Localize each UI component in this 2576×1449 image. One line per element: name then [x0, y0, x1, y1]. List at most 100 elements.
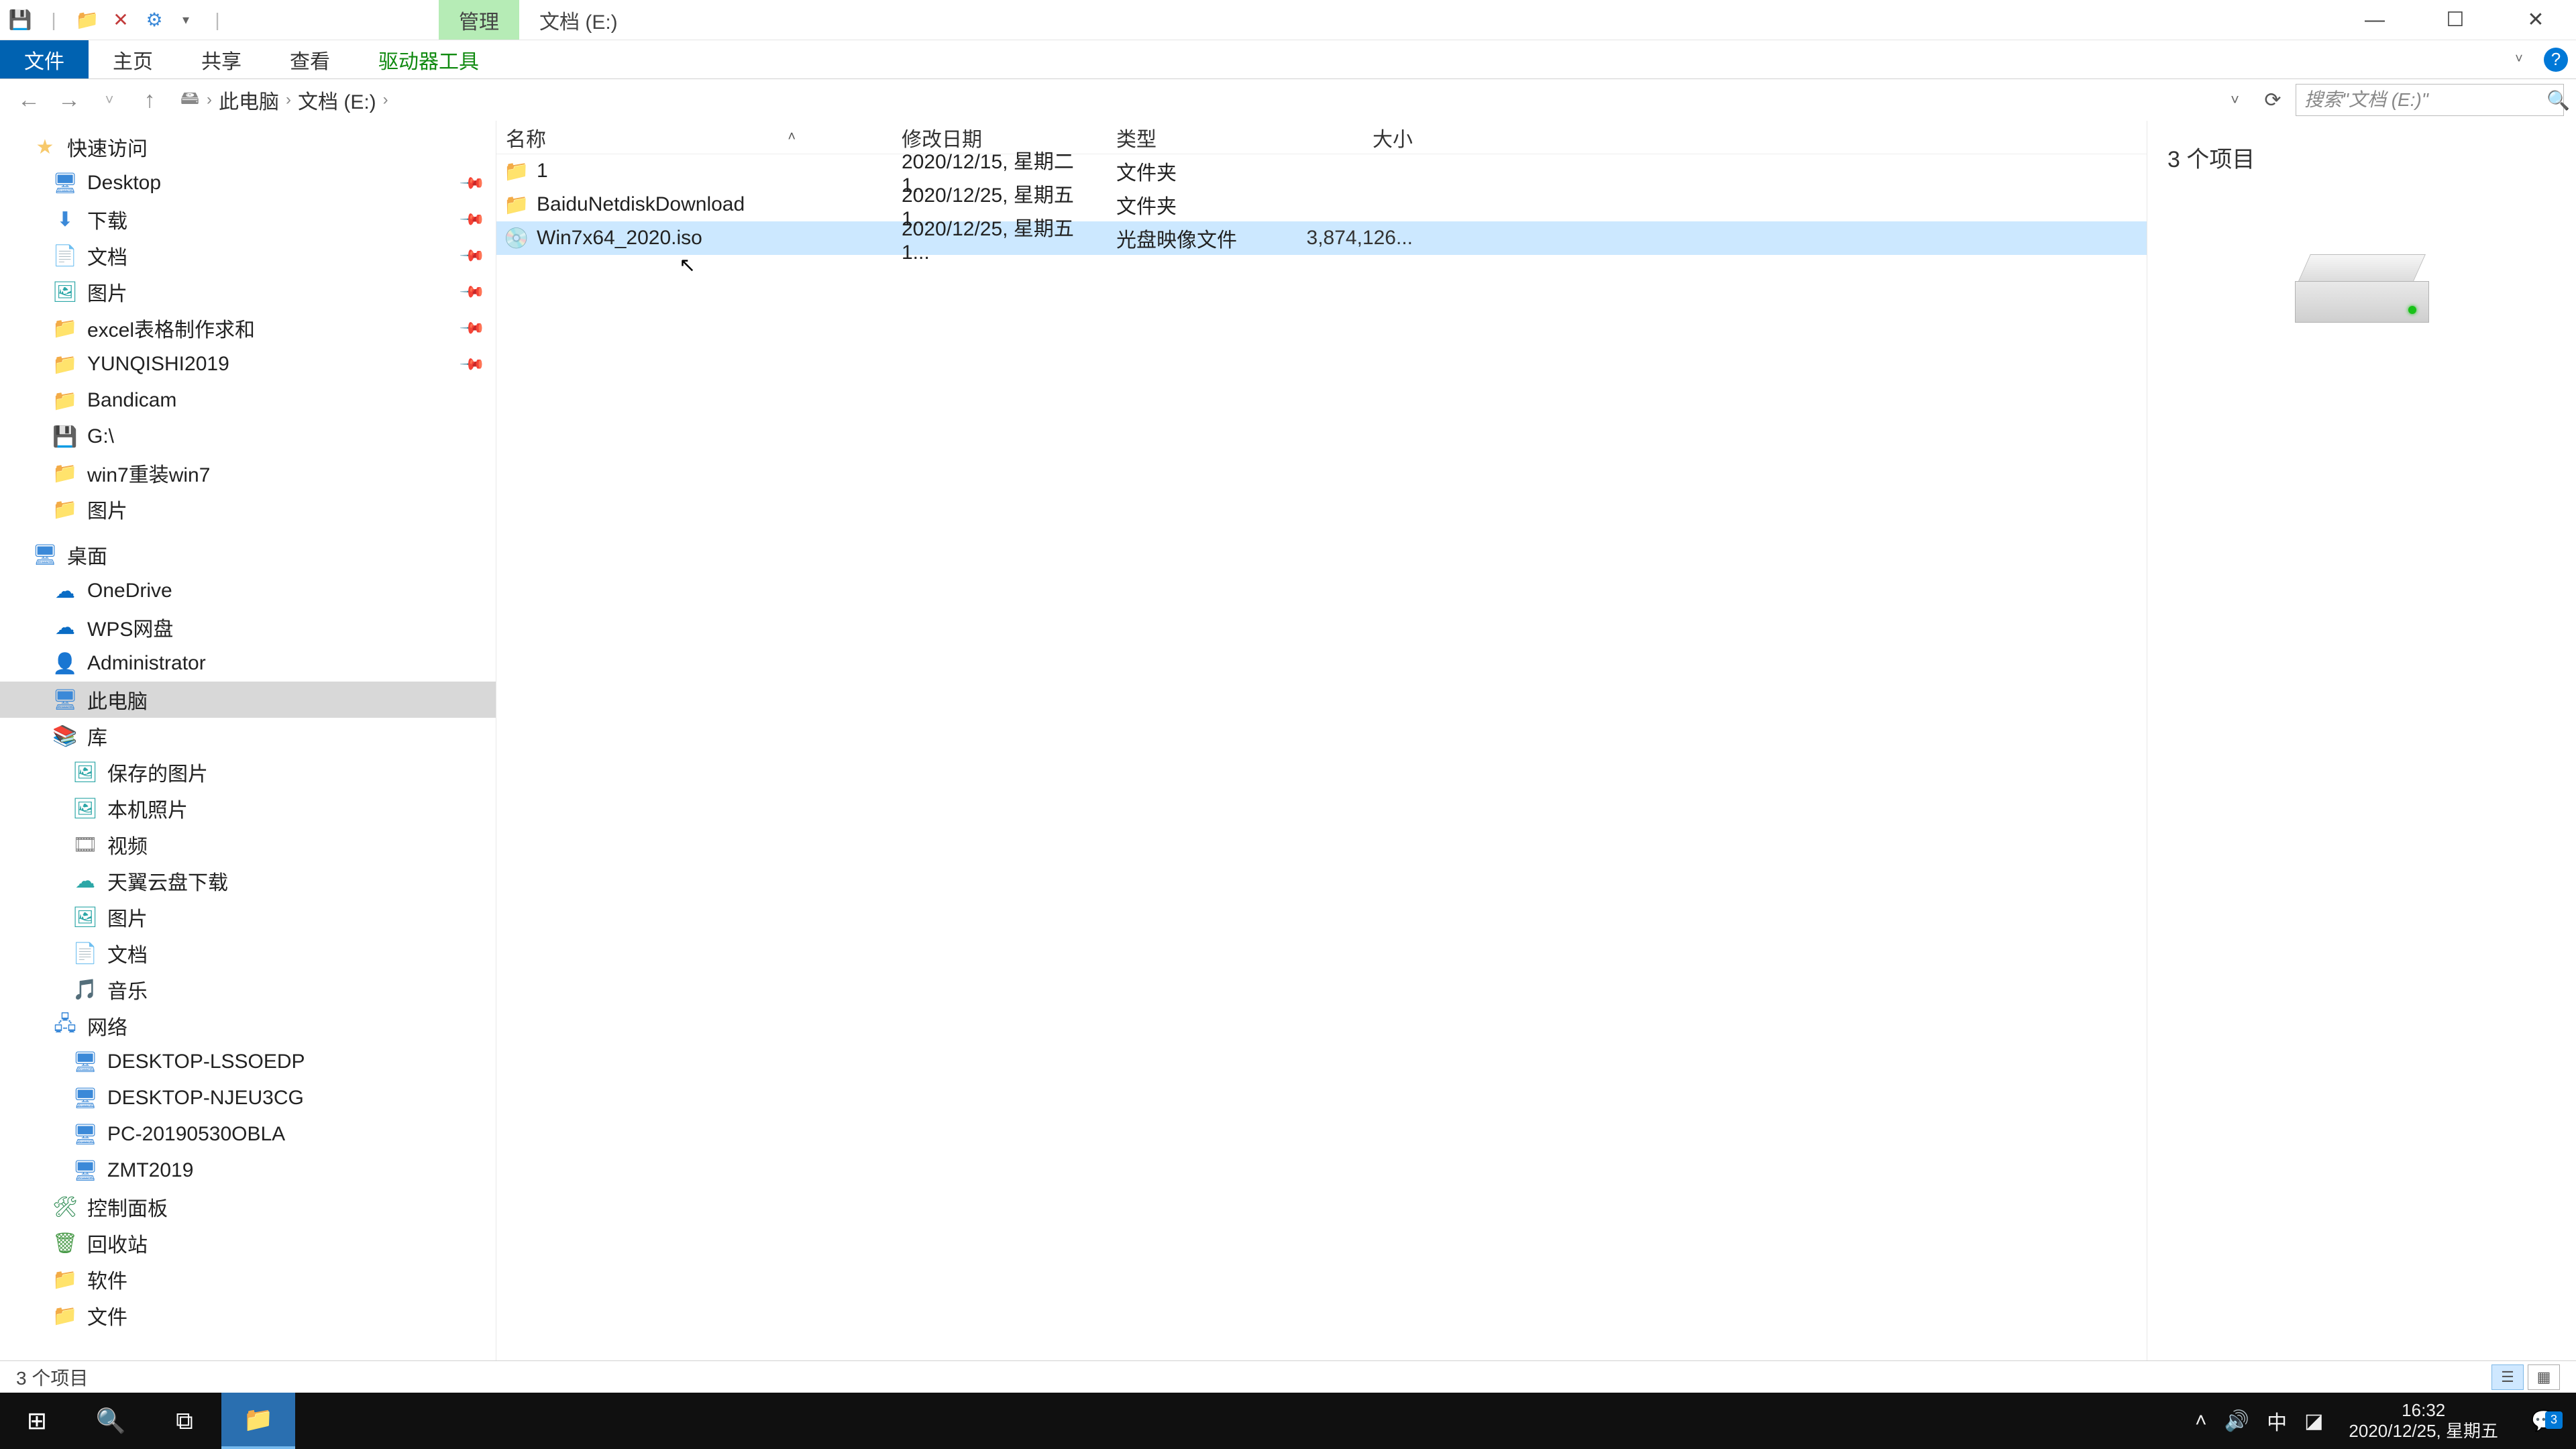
forward-button[interactable]: →: [52, 84, 86, 116]
address-dropdown-icon[interactable]: ˅: [2226, 91, 2243, 109]
task-view-button[interactable]: ⧉: [148, 1393, 221, 1449]
tree-label: Bandicam: [87, 389, 176, 412]
start-button[interactable]: ⊞: [0, 1393, 74, 1449]
tree-item[interactable]: 📄文档📌: [0, 237, 496, 274]
tree-item[interactable]: ☁OneDrive: [0, 573, 496, 609]
tree-item[interactable]: 📁YUNQISHI2019📌: [0, 346, 496, 382]
tree-label: 文档: [87, 241, 127, 270]
tree-item[interactable]: 🖼本机照片: [0, 790, 496, 826]
ime-indicator[interactable]: 中: [2267, 1406, 2287, 1436]
view-details-button[interactable]: ☰: [2491, 1364, 2524, 1390]
tree-item[interactable]: 👤Administrator: [0, 645, 496, 682]
file-row[interactable]: 📁BaiduNetdiskDownload2020/12/25, 星期五 1..…: [496, 188, 2147, 221]
tree-item[interactable]: 🖼图片📌: [0, 274, 496, 310]
tree-item[interactable]: 📁图片: [0, 491, 496, 527]
tree-software[interactable]: 📁软件: [0, 1261, 496, 1297]
explorer-body: ★快速访问 🖥Desktop📌⬇下载📌📄文档📌🖼图片📌📁excel表格制作求和📌…: [0, 121, 2576, 1360]
tree-recycle-bin[interactable]: 🗑回收站: [0, 1225, 496, 1261]
tray-app-icon[interactable]: ◪: [2304, 1409, 2323, 1433]
taskbar-explorer[interactable]: 📁: [221, 1393, 295, 1449]
help-icon: ?: [2544, 48, 2568, 72]
up-button[interactable]: ↑: [133, 84, 166, 116]
tree-label: 本机照片: [107, 794, 188, 823]
tree-item[interactable]: 📁excel表格制作求和📌: [0, 310, 496, 346]
refresh-button[interactable]: ⟳: [2257, 84, 2289, 116]
tree-network[interactable]: 🖧网络: [0, 1008, 496, 1044]
col-size[interactable]: 大小: [1288, 121, 1422, 154]
taskbar-clock[interactable]: 16:32 2020/12/25, 星期五: [2341, 1400, 2506, 1442]
tree-item[interactable]: 🖥DESKTOP-LSSOEDP: [0, 1044, 496, 1080]
tree-control-panel[interactable]: 🛠控制面板: [0, 1189, 496, 1225]
user-icon: 👤: [54, 652, 76, 675]
status-bar: 3 个项目 ☰ ▦: [0, 1360, 2576, 1393]
qat-delete-icon[interactable]: ✕: [109, 8, 133, 32]
file-row[interactable]: 📁12020/12/15, 星期二 1...文件夹: [496, 154, 2147, 188]
tray-overflow-icon[interactable]: ˄: [2195, 1409, 2207, 1432]
tree-item[interactable]: 📄文档: [0, 935, 496, 971]
tree-item[interactable]: 🖥DESKTOP-NJEU3CG: [0, 1080, 496, 1116]
tree-label: 回收站: [87, 1228, 148, 1258]
col-name[interactable]: 名称˄: [496, 121, 892, 154]
disc-icon: 💿: [506, 227, 527, 249]
tab-file[interactable]: 文件: [0, 40, 89, 78]
tree-item[interactable]: 🖼图片: [0, 899, 496, 935]
folder-icon: 📁: [54, 353, 76, 376]
view-thumbnails-button[interactable]: ▦: [2528, 1364, 2560, 1390]
tree-item[interactable]: 🎞视频: [0, 826, 496, 863]
tree-item[interactable]: 🖥此电脑: [0, 682, 496, 718]
tab-home[interactable]: 主页: [89, 40, 177, 78]
help-button[interactable]: ?: [2536, 40, 2576, 78]
breadcrumb-current[interactable]: 文档 (E:): [298, 85, 376, 115]
tree-quick-access[interactable]: ★快速访问: [0, 129, 496, 165]
music-icon: 🎵: [74, 978, 97, 1001]
tree-item[interactable]: 🎵音乐: [0, 971, 496, 1008]
pic-icon: 🖼: [54, 280, 76, 303]
taskbar-search-button[interactable]: 🔍: [74, 1393, 148, 1449]
qat-properties-icon[interactable]: 📁: [75, 8, 99, 32]
col-type[interactable]: 类型: [1107, 121, 1288, 154]
tree-files[interactable]: 📁文件: [0, 1297, 496, 1334]
file-rows[interactable]: 📁12020/12/15, 星期二 1...文件夹📁BaiduNetdiskDo…: [496, 154, 2147, 1360]
savedpic-icon: 🖼: [74, 761, 97, 784]
ribbon-collapse-icon[interactable]: ˅: [2502, 40, 2536, 78]
sort-asc-icon: ˄: [788, 129, 796, 145]
maximize-button[interactable]: ☐: [2415, 0, 2496, 40]
tree-item[interactable]: 📁Bandicam: [0, 382, 496, 419]
tab-drive-tools[interactable]: 驱动器工具: [354, 40, 503, 78]
tree-item[interactable]: 🖥Desktop📌: [0, 165, 496, 201]
file-row[interactable]: 💿Win7x64_2020.iso2020/12/25, 星期五 1...光盘映…: [496, 221, 2147, 255]
tree-item[interactable]: ⬇下载📌: [0, 201, 496, 237]
tree-desktop[interactable]: 🖥桌面: [0, 537, 496, 573]
tab-view[interactable]: 查看: [266, 40, 354, 78]
navigation-tree[interactable]: ★快速访问 🖥Desktop📌⬇下载📌📄文档📌🖼图片📌📁excel表格制作求和📌…: [0, 121, 496, 1360]
tree-item[interactable]: 📁win7重装win7: [0, 455, 496, 491]
chevron-right-icon[interactable]: ›: [383, 91, 388, 109]
tree-item[interactable]: 📚库: [0, 718, 496, 754]
tab-share[interactable]: 共享: [177, 40, 266, 78]
chevron-right-icon[interactable]: ›: [286, 91, 291, 109]
tree-item[interactable]: 🖥PC-20190530OBLA: [0, 1116, 496, 1152]
chevron-right-icon[interactable]: ›: [207, 91, 212, 109]
tree-item[interactable]: ☁天翼云盘下载: [0, 863, 496, 899]
tree-item[interactable]: ☁WPS网盘: [0, 609, 496, 645]
search-input[interactable]: [2304, 89, 2546, 111]
recent-locations-button[interactable]: ˅: [93, 84, 126, 116]
breadcrumb-root[interactable]: 此电脑: [219, 85, 279, 115]
breadcrumb-bar[interactable]: 🖴 › 此电脑 › 文档 (E:) › ˅: [173, 84, 2250, 116]
tree-item[interactable]: 💾G:\: [0, 419, 496, 455]
qat-customize-icon[interactable]: ▾: [176, 11, 196, 28]
star-icon: ★: [34, 136, 56, 158]
cloud-icon: ☁: [74, 869, 97, 892]
volume-icon[interactable]: 🔊: [2224, 1409, 2249, 1433]
control-panel-icon: 🛠: [54, 1195, 76, 1218]
tree-item[interactable]: 🖼保存的图片: [0, 754, 496, 790]
action-center-button[interactable]: 💬3: [2524, 1409, 2564, 1433]
tree-item[interactable]: 🖥ZMT2019: [0, 1152, 496, 1189]
search-icon[interactable]: 🔍: [2546, 89, 2570, 111]
minimize-button[interactable]: —: [2334, 0, 2415, 40]
back-button[interactable]: ←: [12, 84, 46, 116]
search-box[interactable]: 🔍: [2296, 84, 2564, 116]
tree-label: PC-20190530OBLA: [107, 1123, 285, 1146]
close-button[interactable]: ✕: [2496, 0, 2576, 40]
qat-undo-icon[interactable]: ⚙: [142, 8, 166, 32]
